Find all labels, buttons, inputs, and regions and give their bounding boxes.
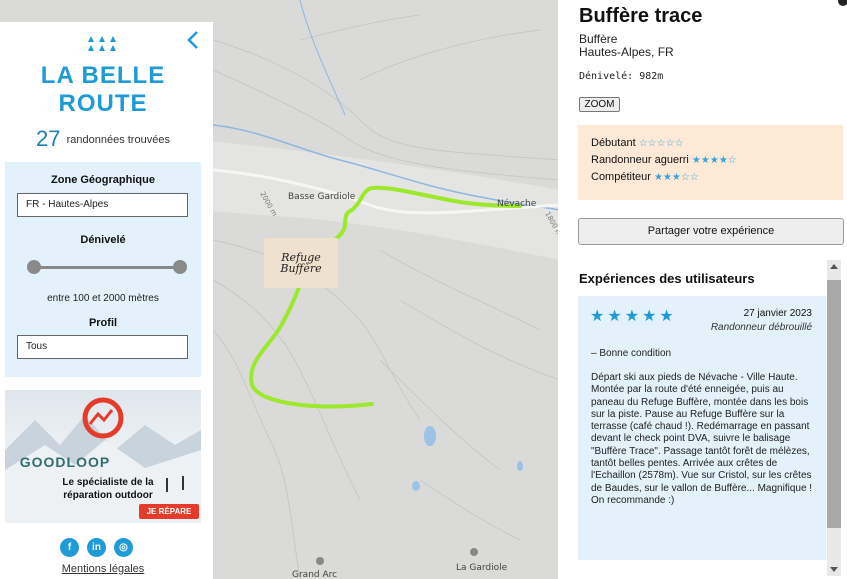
facebook-icon[interactable]: f	[60, 538, 79, 557]
trail-title: Buffère trace	[579, 5, 703, 27]
refuge-marker[interactable]: Refuge Buffère	[264, 238, 338, 288]
rating-stars: ★★★★★	[590, 308, 677, 325]
elevation-title: Dénivelé	[80, 234, 126, 246]
experience-level: Randonneur débrouillé	[710, 322, 812, 333]
level-label: Randonneur aguerri	[591, 154, 689, 166]
experience-text: Départ ski aux pieds de Névache - Ville …	[591, 372, 813, 506]
linkedin-icon[interactable]: in	[87, 538, 106, 557]
trail-detail-panel: Buffère trace Buffère Hautes-Alpes, FR D…	[558, 0, 847, 579]
close-icon[interactable]	[838, 0, 847, 6]
scroll-up-arrow-icon[interactable]	[830, 264, 838, 269]
experiences-scrollbar[interactable]	[827, 260, 841, 576]
trail-location: Buffère	[579, 32, 618, 46]
map-label-la-gardiole: La Gardiole	[456, 563, 508, 573]
map-label-grand-arc: Grand Arc	[292, 570, 338, 579]
elevation-slider-min-handle[interactable]	[27, 260, 41, 274]
map-label-basse-gardiole: Basse Gardiole	[288, 192, 356, 202]
experiences-title: Expériences des utilisateurs	[579, 271, 755, 286]
social-links: f in ◎	[60, 538, 133, 557]
zone-select[interactable]: FR - Hautes-Alpes	[17, 193, 188, 217]
ad-cta-button[interactable]: JE RÉPARE	[139, 504, 199, 519]
chevron-left-icon[interactable]	[184, 30, 202, 50]
share-experience-button[interactable]: Partager votre expérience	[578, 218, 844, 245]
difficulty-levels: Débutant ☆☆☆☆☆ Randonneur aguerri ★★★★☆ …	[578, 125, 843, 200]
logo-mountains-icon	[88, 36, 116, 51]
level-label: Débutant	[591, 137, 636, 149]
level-row: Débutant ☆☆☆☆☆	[591, 137, 830, 154]
instagram-icon[interactable]: ◎	[114, 538, 133, 557]
level-stars: ☆☆☆☆☆	[638, 138, 684, 149]
trail-region: Hautes-Alpes, FR	[579, 45, 674, 59]
experience-condition: – Bonne condition	[591, 348, 672, 359]
elevation-slider-max-handle[interactable]	[173, 260, 187, 274]
zoom-button[interactable]: ZOOM	[579, 97, 620, 112]
brand-line2: ROUTE	[58, 90, 148, 117]
scrollbar-thumb[interactable]	[827, 280, 841, 528]
sidebar: LA BELLE ROUTE 27 randonnées trouvées Zo…	[0, 22, 213, 579]
results-count: 27 randonnées trouvées	[0, 126, 206, 152]
elevation-range-text: entre 100 et 2000 mètres	[47, 293, 159, 304]
profile-select[interactable]: Tous	[17, 335, 188, 359]
ad-brand: GOODLOOP	[19, 454, 111, 470]
brand-logo: LA BELLE ROUTE	[0, 62, 206, 118]
elevation-slider-track[interactable]	[33, 266, 180, 269]
experience-date: 27 janvier 2023	[743, 308, 812, 319]
app-root: Basse Gardiole Névache La Gardiole Grand…	[0, 0, 847, 579]
zone-title: Zone Géographique	[51, 174, 155, 186]
filters-panel: Zone Géographique FR - Hautes-Alpes Déni…	[5, 162, 201, 377]
level-stars: ★★★★☆	[691, 155, 737, 166]
refuge-label-line2: Buffère	[280, 262, 322, 275]
level-stars: ★★★☆☆	[653, 172, 699, 183]
experience-card: ★★★★★ 27 janvier 2023 Randonneur débroui…	[578, 296, 826, 560]
level-label: Compétiteur	[591, 171, 651, 183]
scroll-down-arrow-icon[interactable]	[830, 567, 838, 572]
ad-tagline: Le spécialiste de la réparation outdoor	[62, 477, 154, 501]
level-row: Randonneur aguerri ★★★★☆	[591, 154, 830, 171]
ad-banner[interactable]: GOODLOOP Le spécialiste de la réparation…	[5, 390, 201, 523]
trail-elevation: Dénivelé: 982m	[579, 71, 664, 82]
level-row: Compétiteur ★★★☆☆	[591, 171, 830, 188]
map-label-nevache: Névache	[497, 199, 537, 209]
results-count-label: randonnées trouvées	[66, 134, 170, 146]
profile-title: Profil	[88, 317, 118, 329]
legal-link[interactable]: Mentions légales	[0, 563, 206, 575]
brand-line1: LA BELLE	[40, 62, 166, 89]
results-count-number: 27	[36, 126, 61, 151]
